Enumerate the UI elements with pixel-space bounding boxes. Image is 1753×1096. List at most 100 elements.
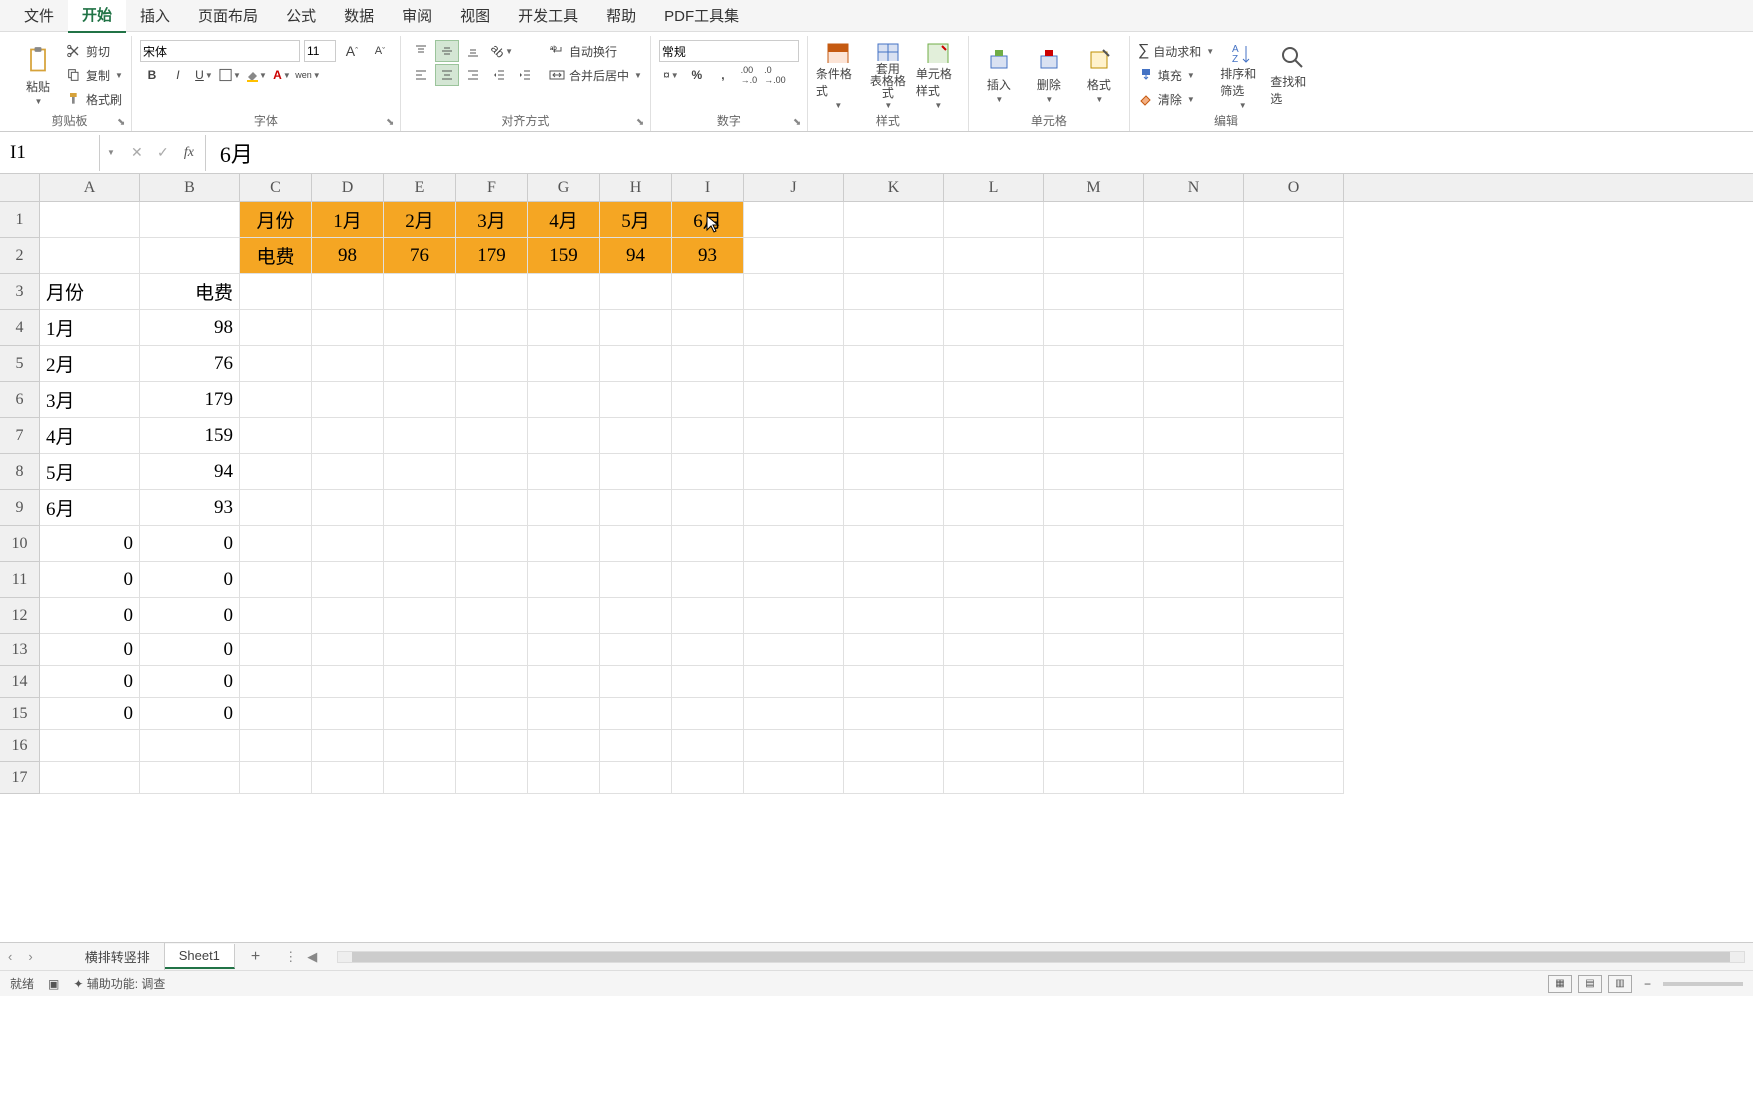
cell-J17[interactable] — [744, 762, 844, 794]
cell-A2[interactable] — [40, 238, 140, 274]
cell-G1[interactable]: 4月 — [528, 202, 600, 238]
cell-J15[interactable] — [744, 698, 844, 730]
cell-G4[interactable] — [528, 310, 600, 346]
cell-K6[interactable] — [844, 382, 944, 418]
cell-D10[interactable] — [312, 526, 384, 562]
cell-A10[interactable]: 0 — [40, 526, 140, 562]
cell-D7[interactable] — [312, 418, 384, 454]
cell-H13[interactable] — [600, 634, 672, 666]
cell-C4[interactable] — [240, 310, 312, 346]
cell-I14[interactable] — [672, 666, 744, 698]
clipboard-launcher[interactable]: ⬊ — [117, 117, 129, 129]
cell-I13[interactable] — [672, 634, 744, 666]
col-header-K[interactable]: K — [844, 174, 944, 201]
cell-C14[interactable] — [240, 666, 312, 698]
cell-D5[interactable] — [312, 346, 384, 382]
cell-B8[interactable]: 94 — [140, 454, 240, 490]
col-header-G[interactable]: G — [528, 174, 600, 201]
cell-B17[interactable] — [140, 762, 240, 794]
row-header-12[interactable]: 12 — [0, 598, 39, 634]
cell-L13[interactable] — [944, 634, 1044, 666]
cell-K7[interactable] — [844, 418, 944, 454]
cell-G8[interactable] — [528, 454, 600, 490]
cell-B7[interactable]: 159 — [140, 418, 240, 454]
cancel-formula-button[interactable]: ✕ — [127, 143, 147, 163]
col-header-C[interactable]: C — [240, 174, 312, 201]
cell-L17[interactable] — [944, 762, 1044, 794]
sheet-tab-0[interactable]: 横排转竖排 — [71, 943, 165, 970]
cell-N14[interactable] — [1144, 666, 1244, 698]
cell-G2[interactable]: 159 — [528, 238, 600, 274]
cell-F6[interactable] — [456, 382, 528, 418]
cell-I1[interactable]: 6月 — [672, 202, 744, 238]
increase-font-button[interactable]: Aˆ — [340, 40, 364, 62]
cell-F2[interactable]: 179 — [456, 238, 528, 274]
copy-button[interactable]: 复制▼ — [66, 64, 123, 86]
add-sheet-button[interactable]: + — [235, 944, 276, 970]
orientation-button[interactable]: ab▼ — [487, 40, 517, 62]
cell-B2[interactable] — [140, 238, 240, 274]
cell-I10[interactable] — [672, 526, 744, 562]
cell-L10[interactable] — [944, 526, 1044, 562]
cell-G14[interactable] — [528, 666, 600, 698]
cell-B1[interactable] — [140, 202, 240, 238]
cell-J11[interactable] — [744, 562, 844, 598]
cell-J14[interactable] — [744, 666, 844, 698]
cell-F3[interactable] — [456, 274, 528, 310]
page-layout-view-button[interactable]: ▤ — [1578, 975, 1602, 993]
cell-L7[interactable] — [944, 418, 1044, 454]
cell-D11[interactable] — [312, 562, 384, 598]
insert-cells-button[interactable]: 插入▼ — [977, 40, 1021, 110]
cell-K16[interactable] — [844, 730, 944, 762]
col-header-E[interactable]: E — [384, 174, 456, 201]
page-break-view-button[interactable]: ▥ — [1608, 975, 1632, 993]
cell-G15[interactable] — [528, 698, 600, 730]
menu-formula[interactable]: 公式 — [272, 0, 330, 32]
cell-K17[interactable] — [844, 762, 944, 794]
cell-D6[interactable] — [312, 382, 384, 418]
cell-C15[interactable] — [240, 698, 312, 730]
cell-E10[interactable] — [384, 526, 456, 562]
select-all-corner[interactable] — [0, 174, 40, 202]
cell-A16[interactable] — [40, 730, 140, 762]
increase-decimal-button[interactable]: .00→.0 — [737, 64, 761, 86]
cell-M6[interactable] — [1044, 382, 1144, 418]
cell-E8[interactable] — [384, 454, 456, 490]
cell-O11[interactable] — [1244, 562, 1344, 598]
menu-layout[interactable]: 页面布局 — [184, 0, 272, 32]
cell-F7[interactable] — [456, 418, 528, 454]
col-header-O[interactable]: O — [1244, 174, 1344, 201]
cell-B10[interactable]: 0 — [140, 526, 240, 562]
cell-F13[interactable] — [456, 634, 528, 666]
col-header-D[interactable]: D — [312, 174, 384, 201]
cell-C2[interactable]: 电费 — [240, 238, 312, 274]
font-name-select[interactable] — [140, 40, 300, 62]
cell-I9[interactable] — [672, 490, 744, 526]
cell-I12[interactable] — [672, 598, 744, 634]
cell-L16[interactable] — [944, 730, 1044, 762]
cell-M15[interactable] — [1044, 698, 1144, 730]
accessibility-status[interactable]: ✦ 辅助功能: 调查 — [73, 975, 165, 992]
cell-M7[interactable] — [1044, 418, 1144, 454]
cell-F11[interactable] — [456, 562, 528, 598]
col-header-B[interactable]: B — [140, 174, 240, 201]
cell-E17[interactable] — [384, 762, 456, 794]
cell-N16[interactable] — [1144, 730, 1244, 762]
menu-view[interactable]: 视图 — [446, 0, 504, 32]
cell-I15[interactable] — [672, 698, 744, 730]
cell-H10[interactable] — [600, 526, 672, 562]
cell-D8[interactable] — [312, 454, 384, 490]
fill-color-button[interactable]: ▼ — [244, 64, 268, 86]
phonetic-button[interactable]: wen▼ — [296, 64, 320, 86]
paste-button[interactable]: 粘贴 ▼ — [16, 40, 60, 110]
cell-J10[interactable] — [744, 526, 844, 562]
cell-B16[interactable] — [140, 730, 240, 762]
menu-dev[interactable]: 开发工具 — [504, 0, 592, 32]
tab-menu-button[interactable]: ⋮ — [284, 949, 297, 965]
row-header-5[interactable]: 5 — [0, 346, 39, 382]
cell-L15[interactable] — [944, 698, 1044, 730]
cell-C13[interactable] — [240, 634, 312, 666]
cell-N15[interactable] — [1144, 698, 1244, 730]
col-header-M[interactable]: M — [1044, 174, 1144, 201]
cell-N3[interactable] — [1144, 274, 1244, 310]
